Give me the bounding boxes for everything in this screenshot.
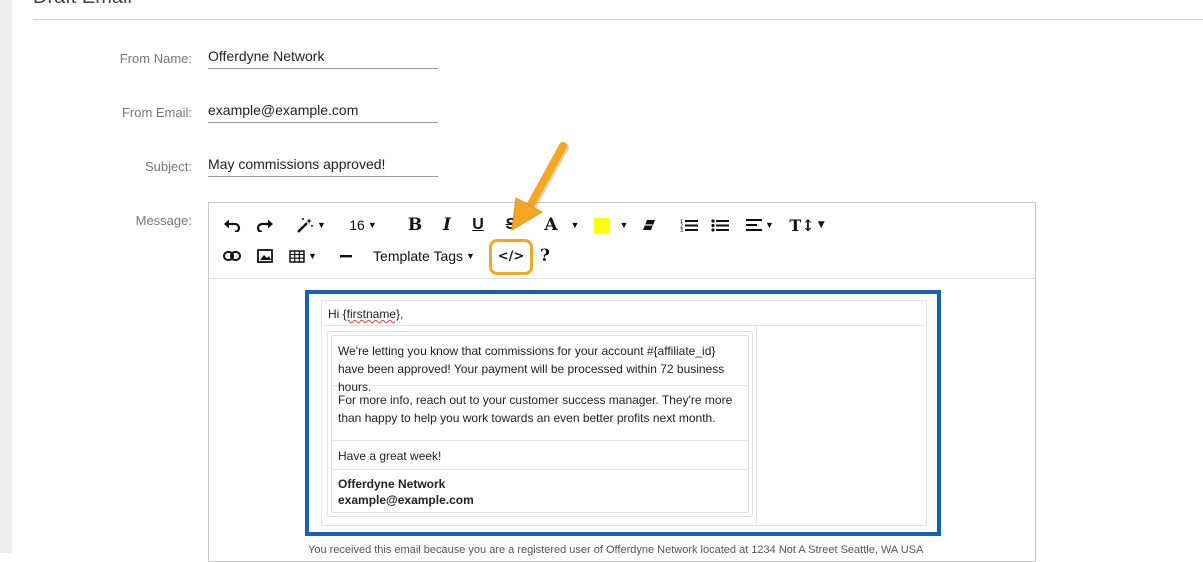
eraser-icon	[643, 220, 655, 230]
paragraph-align-dropdown[interactable]: ▼	[745, 214, 775, 236]
font-size-value: 16	[349, 217, 365, 233]
from-name-input[interactable]	[208, 44, 438, 69]
email-side-column	[756, 326, 925, 524]
line-height-dropdown[interactable]: T↕ ▼	[789, 214, 824, 236]
undo-button[interactable]	[221, 214, 243, 236]
paragraph-more-info[interactable]: For more info, reach out to your custome…	[332, 386, 748, 441]
left-sidebar-strip	[0, 0, 12, 553]
email-content-area[interactable]: Hi {firstname}, We're letting you know t…	[305, 290, 941, 536]
link-button[interactable]	[221, 245, 243, 267]
undo-icon	[224, 219, 241, 232]
greeting-row: Hi {firstname},	[322, 301, 926, 326]
signature-block[interactable]: Offerdyne Network example@example.com	[332, 470, 748, 512]
table-dropdown[interactable]: ▼	[287, 245, 319, 267]
redo-icon	[256, 219, 273, 232]
callout-arrow	[511, 142, 569, 231]
template-tags-label: Template Tags	[373, 248, 464, 264]
unordered-list-icon	[711, 219, 729, 232]
code-view-callout-box	[489, 239, 533, 275]
help-button[interactable]: ?	[537, 245, 553, 267]
redo-button[interactable]	[254, 214, 276, 236]
ordered-list-button[interactable]: 123	[679, 214, 699, 236]
align-icon	[746, 219, 763, 231]
line-height-label: T↕	[789, 215, 815, 235]
paragraph-commissions[interactable]: We're letting you know that commissions …	[332, 336, 748, 394]
table-icon	[289, 249, 305, 263]
clear-format-button[interactable]	[639, 214, 659, 236]
email-layout-table: Hi {firstname}, We're letting you know t…	[321, 300, 927, 526]
message-editor: ▼ 16 ▼ B I U S A ▼ ▼ 123 ▼ T↕ ▼ ▼ Templa…	[208, 202, 1036, 562]
page-title: Draft Email	[33, 0, 132, 9]
svg-text:3: 3	[680, 228, 683, 232]
firstname-tag: {firstname}	[342, 307, 401, 321]
template-tags-dropdown[interactable]: Template Tags ▼	[369, 245, 479, 267]
highlight-color-button[interactable]	[593, 214, 609, 236]
email-body-box: We're letting you know that commissions …	[331, 335, 749, 513]
bold-button[interactable]: B	[405, 214, 425, 236]
image-icon	[257, 249, 273, 263]
subject-label: Subject:	[145, 159, 192, 174]
underline-button[interactable]: U	[468, 214, 488, 236]
highlight-swatch	[593, 217, 609, 233]
horizontal-rule-button[interactable]	[337, 245, 355, 267]
highlight-color-dropdown[interactable]: ▼	[618, 214, 630, 236]
email-body-table: We're letting you know that commissions …	[327, 331, 753, 517]
footer-notice: You received this email because you are …	[308, 544, 924, 556]
paragraph-great-week[interactable]: Have a great week!	[332, 441, 748, 470]
magic-icon	[297, 218, 314, 233]
title-divider	[33, 19, 1203, 20]
from-email-input[interactable]	[208, 98, 438, 123]
italic-button[interactable]: I	[437, 214, 457, 236]
ordered-list-icon: 123	[680, 219, 698, 232]
subject-input[interactable]	[208, 152, 438, 177]
magic-style-dropdown[interactable]: ▼	[295, 214, 327, 236]
horizontal-rule-icon	[340, 255, 352, 258]
signature-name: Offerdyne Network	[338, 477, 446, 491]
link-icon	[223, 251, 241, 261]
editor-toolbar: ▼ 16 ▼ B I U S A ▼ ▼ 123 ▼ T↕ ▼ ▼ Templa…	[209, 203, 1035, 279]
from-email-label: From Email:	[121, 105, 192, 120]
unordered-list-button[interactable]	[710, 214, 730, 236]
from-name-label: From Name:	[119, 51, 192, 66]
message-label: Message:	[135, 213, 192, 228]
image-button[interactable]	[254, 245, 276, 267]
font-size-dropdown[interactable]: 16 ▼	[347, 214, 379, 236]
greeting-text[interactable]: Hi {firstname},	[328, 307, 403, 321]
signature-email: example@example.com	[338, 493, 474, 507]
